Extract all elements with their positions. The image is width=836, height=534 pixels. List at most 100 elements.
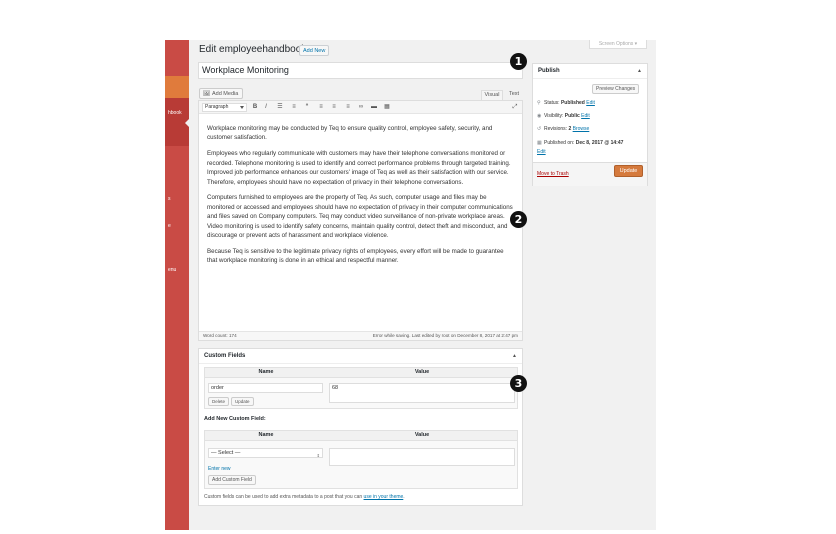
callout-badge: 3	[510, 375, 527, 392]
align-right-icon[interactable]: ≡	[344, 104, 352, 111]
add-media-button[interactable]: 🖼︎ Add Media	[199, 88, 244, 99]
screen-options-button[interactable]: Screen Options ▾	[589, 40, 647, 49]
numbered-list-icon[interactable]: ≡	[290, 104, 298, 111]
table-header: Name Value	[205, 368, 517, 378]
delete-field-button[interactable]: Delete	[208, 397, 230, 406]
revisions-value: 2	[568, 126, 572, 132]
active-menu-arrow	[185, 119, 189, 127]
sidebar-top-band	[165, 40, 189, 76]
help-text: Custom fields can be used to add extra m…	[204, 494, 364, 500]
published-value: Dec 8, 2017 @ 14:47	[575, 140, 624, 146]
custom-field-name-input[interactable]: order	[208, 383, 323, 393]
browse-revisions-link[interactable]: Browse	[573, 126, 590, 132]
custom-field-key-select[interactable]: — Select — ⇕	[208, 448, 323, 458]
revisions-row: ↺ Revisions: 2 Browse	[537, 126, 589, 132]
visibility-value: Public	[564, 113, 580, 119]
column-header-value: Value	[414, 369, 430, 375]
divider	[199, 363, 522, 364]
chevron-down-icon	[240, 106, 244, 109]
status-row: ⚲ Status: Published Edit	[537, 100, 595, 106]
post-title-input[interactable]: Workplace Monitoring	[198, 62, 523, 79]
calendar-icon: ▦	[537, 140, 542, 146]
sidebar-item-label[interactable]: hbook	[168, 110, 182, 116]
edit-date-link[interactable]: Edit	[537, 149, 546, 155]
published-edit-row: Edit	[537, 149, 546, 155]
update-button[interactable]: Update	[614, 165, 643, 177]
edit-status-link[interactable]: Edit	[586, 100, 595, 106]
sidebar-active-item[interactable]	[165, 76, 189, 98]
publish-actions: Move to Trash Update	[533, 162, 647, 186]
add-new-button[interactable]: Add New	[299, 45, 330, 56]
status-label: Status:	[544, 100, 561, 106]
publish-box: Publish ▲ Preview Changes ⚲ Status: Publi…	[532, 63, 648, 186]
blockquote-icon[interactable]: “	[303, 104, 311, 111]
toolbar-toggle-icon[interactable]: ▦	[383, 104, 391, 111]
eye-icon: ◉	[537, 113, 542, 119]
enter-new-link[interactable]: Enter new	[208, 466, 231, 472]
column-header-name: Name	[258, 369, 274, 375]
add-custom-field-button[interactable]: Add Custom Field	[208, 475, 256, 485]
visibility-label: Visibility:	[544, 113, 565, 119]
word-count: Word count: 174	[203, 333, 237, 338]
collapse-arrow-icon[interactable]: ▲	[512, 353, 517, 359]
bulleted-list-icon[interactable]: ☰	[276, 104, 284, 111]
bold-icon[interactable]: B	[251, 104, 259, 111]
move-to-trash-link[interactable]: Move to Trash	[537, 171, 569, 177]
screenshot-canvas: hbook s e enu Edit employeehandbook Add …	[0, 0, 836, 534]
content-paragraph: Workplace monitoring may be conducted by…	[207, 125, 493, 142]
add-new-custom-field-label: Add New Custom Field:	[204, 416, 266, 422]
format-select[interactable]: Paragraph	[202, 103, 247, 112]
new-field-table: Name Value — Select — ⇕ Enter new Add Cu…	[204, 430, 518, 489]
table-header: Name Value	[205, 431, 517, 441]
callout-badge: 1	[510, 53, 527, 70]
media-icon: 🖼︎	[203, 90, 210, 97]
preview-changes-button[interactable]: Preview Changes	[592, 84, 640, 94]
align-center-icon[interactable]: ≡	[330, 104, 338, 111]
new-custom-field-value-input[interactable]	[329, 448, 515, 466]
editor-toolbar: Paragraph B I ☰ ≡ “ ≡ ≡ ≡ ∞ ▬ ▦ ⤢	[199, 101, 522, 114]
content-paragraph: Because Teq is sensitive to the legitima…	[207, 247, 504, 265]
visibility-row: ◉ Visibility: Public Edit	[537, 113, 590, 119]
status-value: Published	[560, 100, 585, 106]
update-field-button[interactable]: Update	[231, 397, 254, 406]
editor-content[interactable]: Workplace monitoring may be conducted by…	[207, 124, 515, 272]
insert-link-icon[interactable]: ∞	[357, 104, 365, 111]
content-editor[interactable]: Paragraph B I ☰ ≡ “ ≡ ≡ ≡ ∞ ▬ ▦ ⤢ Workpl…	[198, 100, 523, 341]
select-arrows-icon: ⇕	[316, 453, 320, 458]
revisions-label: Revisions:	[544, 126, 569, 132]
published-on-row: ▦ Published on: Dec 8, 2017 @ 14:47	[537, 140, 623, 146]
edit-visibility-link[interactable]: Edit	[581, 113, 590, 119]
italic-icon[interactable]: I	[262, 104, 270, 111]
format-select-value: Paragraph	[205, 104, 229, 110]
custom-fields-help: Custom fields can be used to add extra m…	[204, 494, 405, 500]
save-status: Error while saving. Last edited by root …	[372, 333, 518, 338]
custom-fields-box: Custom Fields ▲ Name Value order 68 Dele…	[198, 348, 523, 506]
collapse-arrow-icon[interactable]: ▲	[637, 68, 642, 74]
admin-sidebar: hbook s e enu	[165, 40, 189, 530]
publish-title: Publish	[538, 68, 560, 74]
sidebar-item-label[interactable]: enu	[168, 267, 176, 273]
add-media-label: Add Media	[211, 90, 239, 97]
help-text-end: .	[403, 494, 405, 500]
fullscreen-icon[interactable]: ⤢	[511, 104, 519, 111]
tab-visual[interactable]: Visual	[481, 90, 503, 100]
existing-fields-table: Name Value order 68 Delete Update	[204, 367, 518, 409]
select-value: — Select —	[211, 450, 241, 456]
use-in-theme-link[interactable]: use in your theme	[364, 494, 404, 500]
revisions-icon: ↺	[537, 126, 542, 132]
callout-badge: 2	[510, 211, 527, 228]
align-left-icon[interactable]: ≡	[317, 104, 325, 111]
pin-icon: ⚲	[537, 100, 541, 106]
sidebar-item-label[interactable]: e	[168, 223, 171, 229]
content-paragraph: Computers furnished to employees are the…	[207, 194, 513, 240]
divider	[533, 78, 647, 79]
page-title: Edit employeehandbook	[199, 44, 307, 55]
custom-field-value-input[interactable]: 68	[329, 383, 515, 403]
column-header-name: Name	[258, 432, 274, 438]
sidebar-item-label[interactable]: s	[168, 196, 171, 202]
read-more-icon[interactable]: ▬	[370, 104, 378, 111]
content-paragraph: Employees who regularly communicate with…	[207, 150, 511, 186]
published-label: Published on:	[544, 140, 576, 146]
column-header-value: Value	[414, 432, 430, 438]
tab-text[interactable]: Text	[504, 90, 524, 100]
